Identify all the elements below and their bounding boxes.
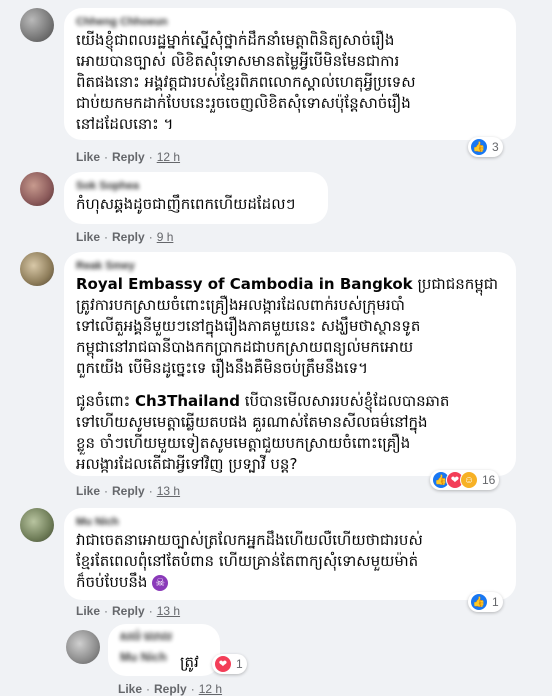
comment-bubble: សល់ លោល Mu Nich bbox=[108, 624, 220, 676]
avatar[interactable] bbox=[20, 508, 54, 542]
comment-author[interactable]: Sok Sophea bbox=[76, 180, 316, 192]
comment-timestamp[interactable]: 12 h bbox=[157, 150, 180, 164]
comment-text: វាជាចេតនាអោយច្បាស់ត្រលែកអ្នកដឹងហើយលឺហើយថ… bbox=[76, 530, 504, 593]
like-link[interactable]: Like bbox=[76, 484, 100, 498]
separator-dot: · bbox=[190, 682, 195, 696]
mention-link[interactable]: Ch3Thailand bbox=[135, 392, 240, 410]
reply-link[interactable]: Reply bbox=[112, 150, 145, 164]
comment-text: ត្រូវ bbox=[180, 653, 199, 671]
reaction-count: 16 bbox=[482, 473, 496, 487]
comment-actions: Like · Reply · 13 h bbox=[76, 484, 180, 498]
reply-link[interactable]: Reply bbox=[112, 604, 145, 618]
separator-dot: · bbox=[148, 604, 153, 618]
avatar[interactable] bbox=[20, 172, 54, 206]
like-link[interactable]: Like bbox=[76, 230, 100, 244]
comment-text: យើងខ្ញុំជាពលរដ្ឋម្នាក់ស្នើសុំថ្នាក់ដឹកនា… bbox=[76, 31, 416, 133]
comment-author[interactable]: Reak Smey bbox=[76, 260, 504, 272]
separator-dot: · bbox=[146, 682, 151, 696]
comment-actions: Like · Reply · 13 h bbox=[76, 604, 180, 618]
comment-bubble: Chheng Chhoeun យើងខ្ញុំជាពលរដ្ឋម្នាក់ស្ន… bbox=[64, 8, 516, 140]
separator-dot: · bbox=[104, 230, 109, 244]
reaction-summary[interactable]: 👍 ❤ ☺ 16 bbox=[430, 470, 500, 490]
mention-link[interactable]: Royal Embassy of Cambodia in Bangkok bbox=[76, 275, 413, 293]
separator-dot: · bbox=[148, 150, 153, 164]
reaction-count: 1 bbox=[492, 595, 499, 609]
comment-timestamp[interactable]: 12 h bbox=[199, 682, 222, 696]
devil-icon: ☠ bbox=[152, 574, 169, 591]
like-reaction-icon: 👍 bbox=[470, 138, 488, 156]
haha-reaction-icon: ☺ bbox=[460, 471, 478, 489]
comment-author[interactable]: សល់ លោល bbox=[120, 630, 208, 646]
comment-actions: Like · Reply · 12 h bbox=[76, 150, 180, 164]
avatar[interactable] bbox=[20, 252, 54, 286]
separator-dot: · bbox=[104, 484, 109, 498]
like-link[interactable]: Like bbox=[118, 682, 142, 696]
comment-text: ជូនចំពោះ Ch3Thailand បើបានមើលសាររបស់ខ្ញុ… bbox=[76, 391, 504, 475]
avatar[interactable] bbox=[20, 8, 54, 42]
comment-text: Royal Embassy of Cambodia in Bangkok ប្រ… bbox=[76, 274, 504, 379]
comment-author[interactable]: Chheng Chhoeun bbox=[76, 16, 504, 28]
separator-dot: · bbox=[104, 150, 109, 164]
reaction-count: 1 bbox=[236, 657, 243, 671]
reaction-summary[interactable]: 👍 3 bbox=[468, 137, 503, 157]
comment-bubble: Sok Sophea កំហុសឆ្គងដូចជាញឹកពេកហើយដដែលៗ bbox=[64, 172, 328, 224]
avatar[interactable] bbox=[66, 630, 100, 664]
comment-text: កំហុសឆ្គងដូចជាញឹកពេកហើយដដែលៗ bbox=[76, 195, 296, 213]
separator-dot: · bbox=[148, 230, 153, 244]
like-reaction-icon: 👍 bbox=[470, 593, 488, 611]
reply-link[interactable]: Reply bbox=[112, 230, 145, 244]
reply-link[interactable]: Reply bbox=[112, 484, 145, 498]
comment-text-part: ជូនចំពោះ bbox=[76, 392, 135, 410]
comment-timestamp[interactable]: 13 h bbox=[157, 484, 180, 498]
comment-thread: Chheng Chhoeun យើងខ្ញុំជាពលរដ្ឋម្នាក់ស្ន… bbox=[0, 0, 552, 696]
love-reaction-icon: ❤ bbox=[214, 655, 232, 673]
comment-actions: Like · Reply · 12 h bbox=[118, 682, 222, 696]
separator-dot: · bbox=[104, 604, 109, 618]
comment-text-part: វាជាចេតនាអោយច្បាស់ត្រលែកអ្នកដឹងហើយលឺហើយថ… bbox=[76, 531, 423, 591]
mention-link[interactable]: Mu Nich bbox=[120, 650, 167, 664]
comment-bubble: Reak Smey Royal Embassy of Cambodia in B… bbox=[64, 252, 516, 476]
separator-dot: · bbox=[148, 484, 153, 498]
comment-timestamp[interactable]: 13 h bbox=[157, 604, 180, 618]
like-link[interactable]: Like bbox=[76, 150, 100, 164]
comment-bubble: Mu Nich វាជាចេតនាអោយច្បាស់ត្រលែកអ្នកដឹងហ… bbox=[64, 508, 516, 600]
comment-timestamp[interactable]: 9 h bbox=[157, 230, 174, 244]
reaction-summary[interactable]: ❤ 1 bbox=[212, 654, 247, 674]
comment-author[interactable]: Mu Nich bbox=[76, 516, 504, 528]
reaction-count: 3 bbox=[492, 140, 499, 154]
reply-link[interactable]: Reply bbox=[154, 682, 187, 696]
like-link[interactable]: Like bbox=[76, 604, 100, 618]
reaction-summary[interactable]: 👍 1 bbox=[468, 592, 503, 612]
comment-actions: Like · Reply · 9 h bbox=[76, 230, 173, 244]
